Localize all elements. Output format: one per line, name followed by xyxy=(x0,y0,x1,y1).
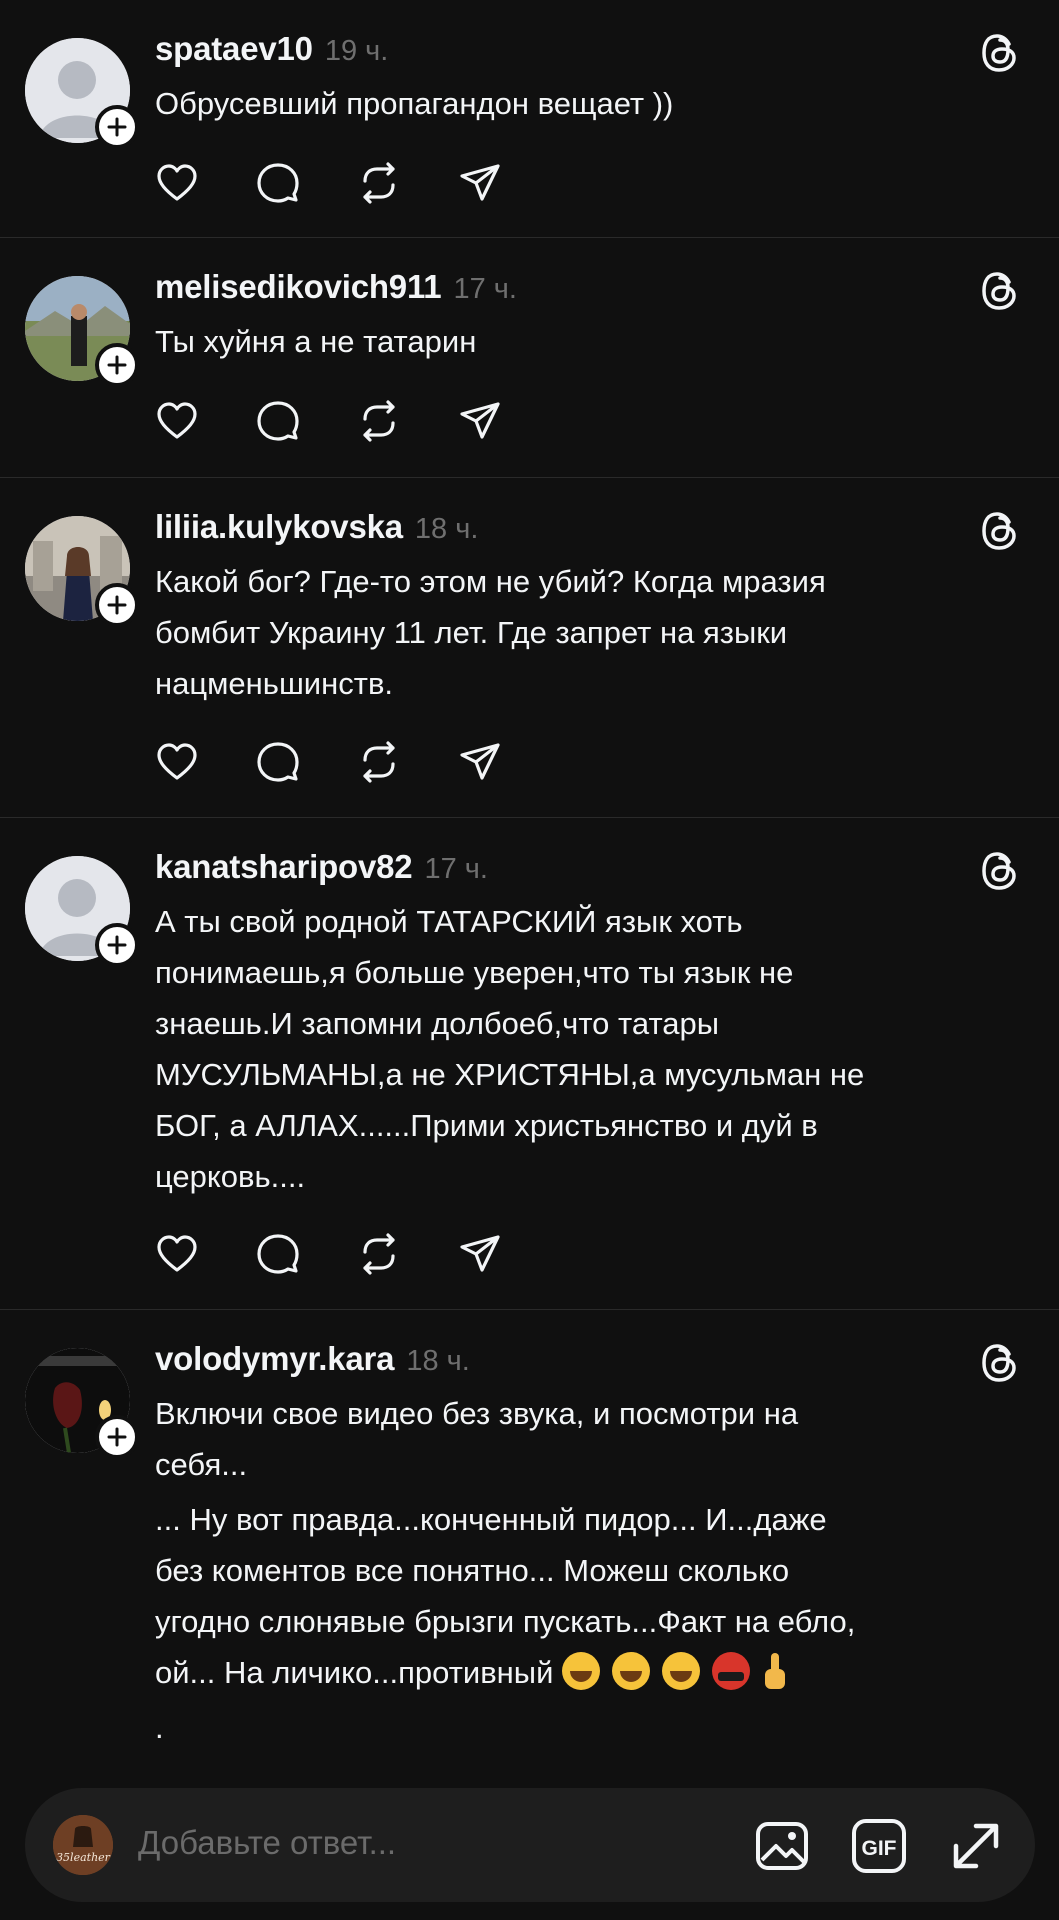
username[interactable]: liliia.kulykovska xyxy=(155,508,403,546)
current-user-avatar: 35leather xyxy=(53,1815,113,1875)
grinning-squinting-face-icon xyxy=(562,1652,601,1690)
heart-icon[interactable] xyxy=(155,1232,199,1276)
grinning-squinting-face-icon xyxy=(662,1652,701,1690)
post-time: 19 ч. xyxy=(324,35,389,67)
comment-icon[interactable] xyxy=(256,1232,300,1276)
logo-text: 35leather xyxy=(56,1851,111,1864)
post-text-paragraph: . xyxy=(155,1710,164,1745)
reply-post[interactable]: melisedikovich911 17 ч. Ты хуйня а не та… xyxy=(0,238,1059,478)
avatar[interactable] xyxy=(25,38,139,149)
post-text-span: ... Ну вот правда...конченный пидор... И… xyxy=(155,1502,856,1690)
follow-plus-icon[interactable] xyxy=(95,1415,139,1459)
post-time: 18 ч. xyxy=(414,513,479,545)
avatar[interactable] xyxy=(25,516,139,627)
repost-icon[interactable] xyxy=(357,399,401,443)
repost-icon[interactable] xyxy=(357,740,401,784)
gif-icon[interactable]: GIF xyxy=(851,1818,907,1874)
heart-icon[interactable] xyxy=(155,399,199,443)
heart-icon[interactable] xyxy=(155,740,199,784)
comment-icon[interactable] xyxy=(256,740,300,784)
follow-plus-icon[interactable] xyxy=(95,583,139,627)
reply-input[interactable]: Добавьте ответ... xyxy=(138,1824,396,1862)
share-icon[interactable] xyxy=(458,161,502,205)
threads-logo-icon[interactable] xyxy=(977,30,1023,76)
post-text-paragraph: ... Ну вот правда...конченный пидор... И… xyxy=(155,1494,1015,1698)
post-time: 17 ч. xyxy=(453,273,517,305)
threads-logo-icon[interactable] xyxy=(977,1340,1023,1386)
avatar[interactable] xyxy=(25,1348,139,1459)
post-text: Какой бог? Где-то этом не убий? Когда мр… xyxy=(155,564,826,701)
repost-icon[interactable] xyxy=(357,1232,401,1276)
share-icon[interactable] xyxy=(458,740,502,784)
comment-icon[interactable] xyxy=(256,161,300,205)
follow-plus-icon[interactable] xyxy=(95,105,139,149)
reply-post[interactable]: spataev10 19 ч. Обрусевший пропагандон в… xyxy=(0,0,1059,238)
share-icon[interactable] xyxy=(458,399,502,443)
follow-plus-icon[interactable] xyxy=(95,343,139,387)
post-time: 17 ч. xyxy=(424,853,488,885)
replies-feed: spataev10 19 ч. Обрусевший пропагандон в… xyxy=(0,0,1059,1920)
post-text-paragraph: Включи свое видео без звука, и посмотри … xyxy=(155,1396,799,1482)
comment-icon[interactable] xyxy=(256,399,300,443)
threads-logo-icon[interactable] xyxy=(977,508,1023,554)
username[interactable]: spataev10 xyxy=(155,30,313,68)
threads-logo-icon[interactable] xyxy=(977,268,1023,314)
reply-post[interactable]: volodymyr.kara 18 ч. Включи свое видео б… xyxy=(0,1310,1059,1780)
grinning-squinting-face-icon xyxy=(612,1652,651,1690)
share-icon[interactable] xyxy=(458,1232,502,1276)
image-icon[interactable] xyxy=(754,1818,810,1874)
face-with-symbols-on-mouth-icon xyxy=(712,1652,751,1690)
middle-finger-icon xyxy=(765,1653,786,1689)
follow-plus-icon[interactable] xyxy=(95,923,139,967)
expand-icon[interactable] xyxy=(948,1818,1004,1874)
reply-post[interactable]: kanatsharipov82 17 ч. А ты свой родной Т… xyxy=(0,818,1059,1310)
reply-post[interactable]: liliia.kulykovska 18 ч. Какой бог? Где-т… xyxy=(0,478,1059,818)
threads-logo-icon[interactable] xyxy=(977,848,1023,894)
username[interactable]: volodymyr.kara xyxy=(155,1340,395,1378)
username[interactable]: melisedikovich911 xyxy=(155,268,442,306)
post-time: 18 ч. xyxy=(406,1345,470,1377)
svg-text:GIF: GIF xyxy=(862,1837,897,1860)
reply-composer[interactable]: 35leather Добавьте ответ... GIF xyxy=(25,1788,1035,1902)
heart-icon[interactable] xyxy=(155,161,199,205)
post-text: А ты свой родной ТАТАРСКИЙ язык хоть пон… xyxy=(155,904,865,1194)
post-text: Обрусевший пропагандон вещает )) xyxy=(155,86,674,121)
avatar[interactable] xyxy=(25,856,139,967)
repost-icon[interactable] xyxy=(357,161,401,205)
avatar[interactable] xyxy=(25,276,139,387)
post-text: Ты хуйня а не татарин xyxy=(155,324,477,359)
username[interactable]: kanatsharipov82 xyxy=(155,848,413,886)
